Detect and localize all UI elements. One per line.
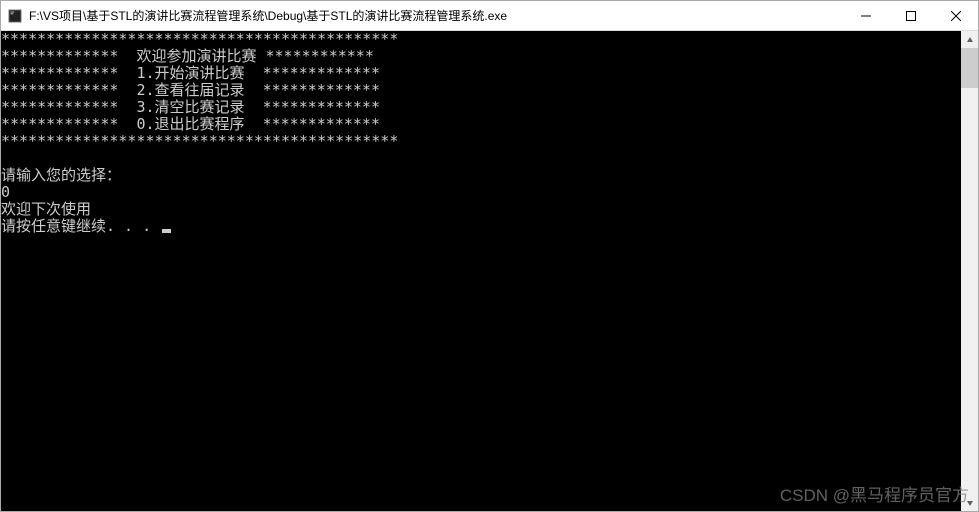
console-line: ************* 3.清空比赛记录 ************* — [1, 99, 961, 116]
titlebar[interactable]: F:\VS项目\基于STL的演讲比赛流程管理系统\Debug\基于STL的演讲比… — [1, 1, 978, 31]
scroll-up-button[interactable] — [961, 31, 978, 48]
cursor — [162, 229, 171, 233]
scrollbar-track[interactable] — [961, 48, 978, 494]
close-button[interactable] — [933, 1, 978, 30]
console-line: 欢迎下次使用 — [1, 201, 961, 218]
window-controls — [843, 1, 978, 30]
console-line: 请按任意键继续. . . — [1, 218, 961, 235]
vertical-scrollbar[interactable] — [961, 31, 978, 511]
console-output[interactable]: ****************************************… — [1, 31, 961, 511]
console-line: ************* 2.查看往届记录 ************* — [1, 82, 961, 99]
console-line: ************* 1.开始演讲比赛 ************* — [1, 65, 961, 82]
console-line — [1, 150, 961, 167]
console-line: ****************************************… — [1, 31, 961, 48]
window-title: F:\VS项目\基于STL的演讲比赛流程管理系统\Debug\基于STL的演讲比… — [29, 7, 843, 24]
app-window: F:\VS项目\基于STL的演讲比赛流程管理系统\Debug\基于STL的演讲比… — [0, 0, 979, 512]
maximize-button[interactable] — [888, 1, 933, 30]
console-line: 0 — [1, 184, 961, 201]
console-line: ************* 0.退出比赛程序 ************* — [1, 116, 961, 133]
minimize-button[interactable] — [843, 1, 888, 30]
console-line: ****************************************… — [1, 133, 961, 150]
scrollbar-thumb[interactable] — [961, 48, 978, 88]
app-icon — [7, 8, 23, 24]
console-line: 请输入您的选择： — [1, 167, 961, 184]
console-line: ************* 欢迎参加演讲比赛 ************ — [1, 48, 961, 65]
scroll-down-button[interactable] — [961, 494, 978, 511]
console-area: ****************************************… — [1, 31, 978, 511]
